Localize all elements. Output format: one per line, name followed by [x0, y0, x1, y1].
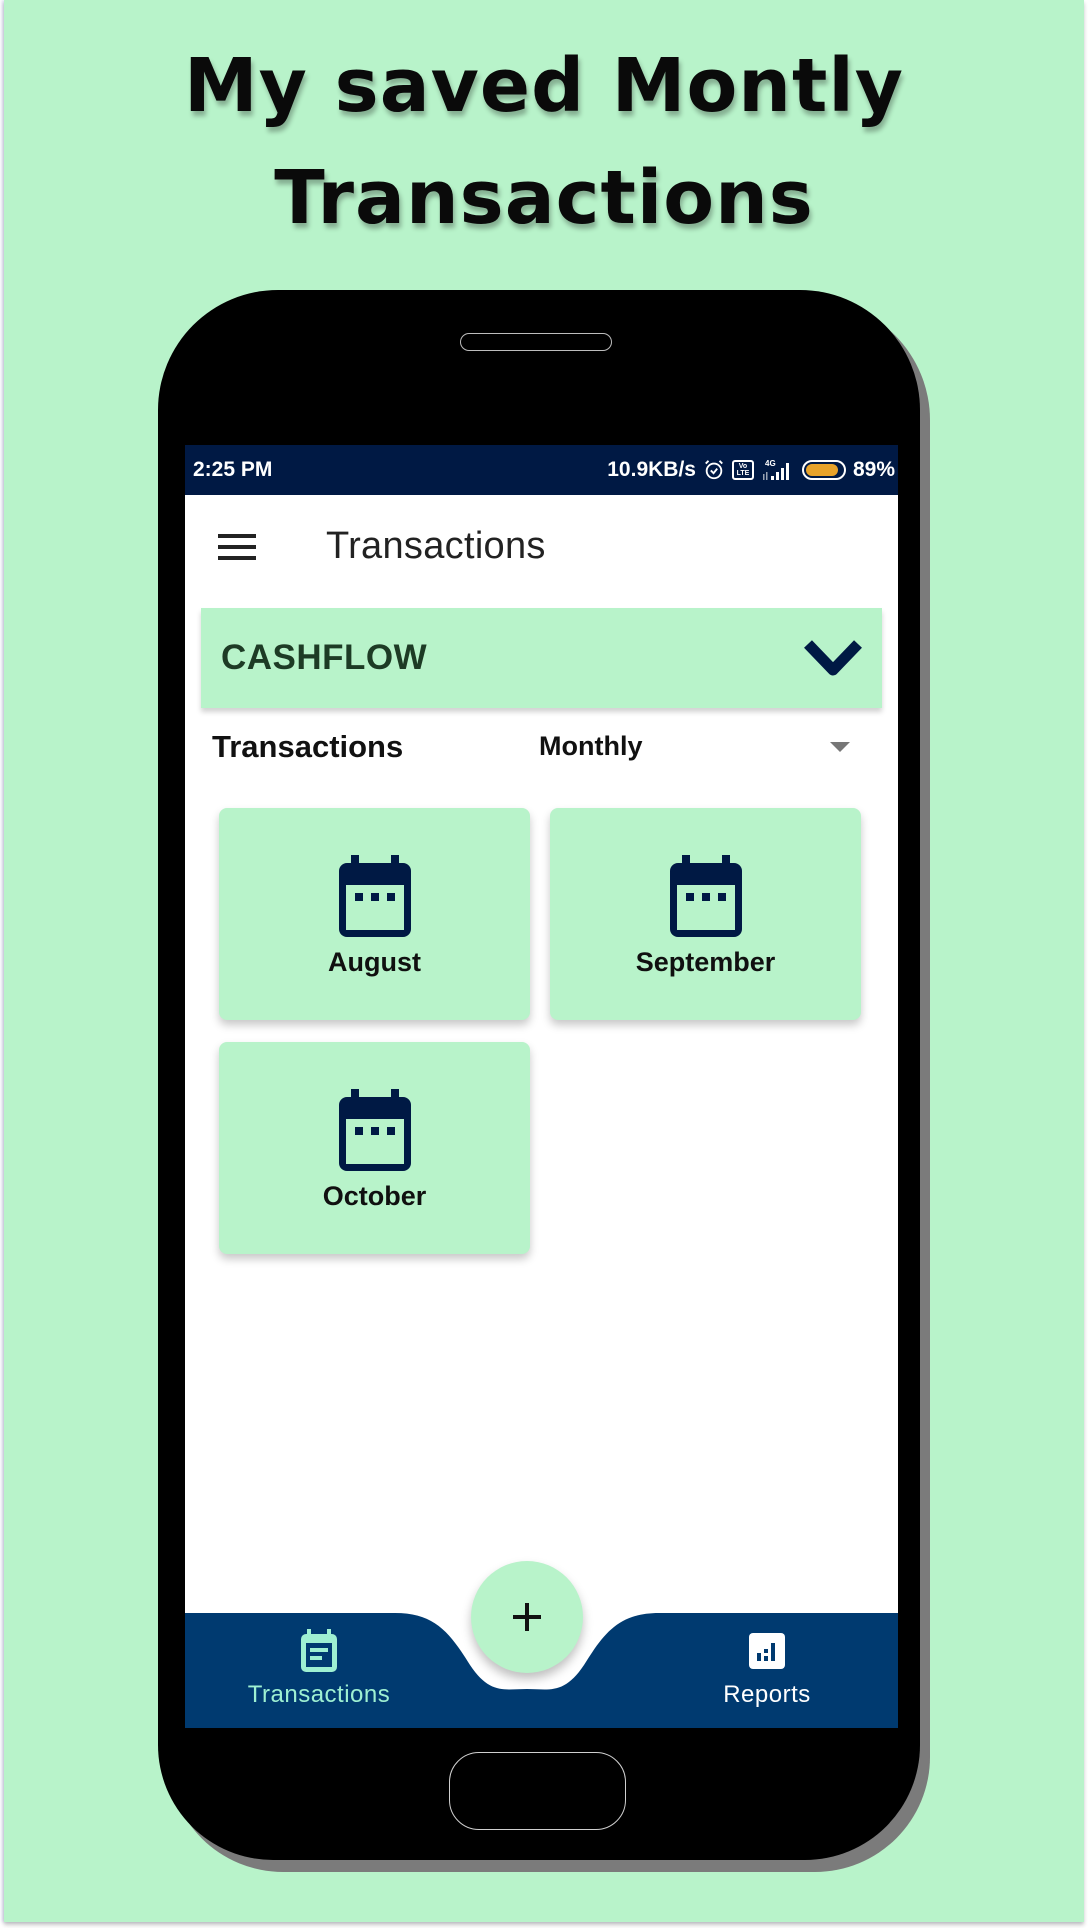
volte-bottom-text: LTE — [736, 470, 750, 477]
headline-line-1: My saved Montly — [184, 43, 904, 129]
headline-line-2: Transactions — [274, 155, 814, 241]
alarm-icon — [705, 460, 723, 480]
status-icons: 10.9KB/s Vo LTE 4G 89% — [607, 455, 895, 485]
cashflow-section-toggle[interactable]: CASHFLOW — [201, 608, 882, 708]
month-label: August — [328, 947, 421, 977]
period-select[interactable]: Monthly — [535, 721, 875, 769]
volte-top-text: Vo — [738, 463, 748, 470]
dropdown-arrow-icon — [830, 742, 850, 752]
nav-label-transactions: Transactions — [247, 1681, 391, 1708]
cashflow-label: CASHFLOW — [221, 638, 428, 677]
nav-label-reports: Reports — [723, 1681, 811, 1708]
plus-icon — [513, 1603, 541, 1631]
calendar-icon — [339, 1089, 411, 1171]
network-speed: 10.9KB/s — [607, 458, 696, 481]
status-bar: 2:25 PM 10.9KB/s Vo LTE 4G 89% — [185, 445, 898, 495]
month-label: September — [635, 947, 776, 977]
volte-icon: Vo LTE — [731, 460, 754, 480]
calendar-icon — [670, 855, 742, 937]
phone-speaker — [460, 333, 612, 351]
app-bar: Transactions — [185, 495, 898, 603]
hamburger-menu-icon[interactable] — [218, 532, 258, 562]
signal-4g-icon: 4G — [762, 459, 789, 480]
app-screen: 2:25 PM 10.9KB/s Vo LTE 4G 89% Transacti… — [185, 445, 898, 1728]
status-time: 2:25 PM — [193, 458, 273, 481]
nav-tab-reports[interactable]: Reports — [647, 1613, 887, 1728]
calendar-icon — [339, 855, 411, 937]
network-type-text: 4G — [765, 459, 776, 468]
promo-headline: My saved Montly Transactions — [0, 30, 1088, 254]
battery-percent: 89% — [852, 458, 895, 481]
month-card-october[interactable]: October — [219, 1042, 530, 1254]
month-card-august[interactable]: August — [219, 808, 530, 1020]
calendar-list-icon — [301, 1629, 337, 1672]
add-transaction-fab[interactable] — [471, 1561, 583, 1673]
app-title: Transactions — [326, 525, 546, 567]
period-selected-value: Monthly — [539, 731, 643, 761]
chevron-down-icon[interactable] — [802, 636, 864, 680]
battery-level-fill — [805, 464, 838, 476]
transactions-label: Transactions — [212, 729, 404, 764]
transactions-filter-row: Transactions Monthly — [185, 717, 898, 773]
battery-icon — [801, 460, 846, 480]
bar-chart-icon — [749, 1633, 785, 1669]
phone-home-button[interactable] — [449, 1752, 626, 1830]
month-label: October — [322, 1181, 427, 1211]
nav-tab-transactions[interactable]: Transactions — [199, 1613, 439, 1728]
month-card-september[interactable]: September — [550, 808, 861, 1020]
